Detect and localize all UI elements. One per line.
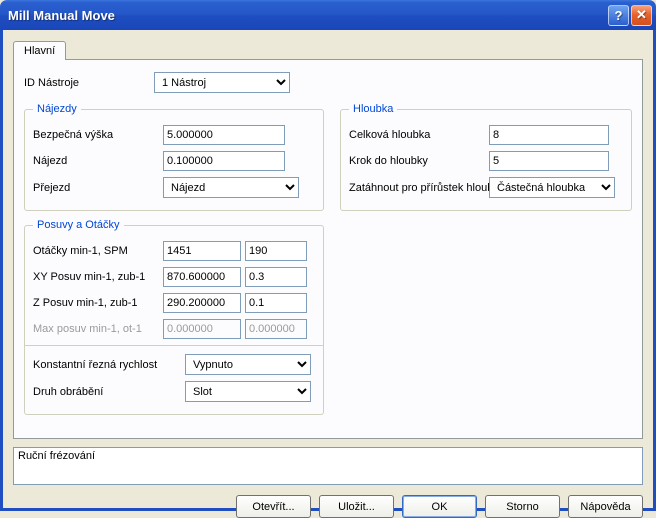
tab-main[interactable]: Hlavní	[13, 41, 66, 60]
z-feed-label: Z Posuv min-1, zub-1	[33, 297, 163, 309]
approach-label: Nájezd	[33, 155, 163, 167]
ccs-select[interactable]: Vypnuto	[185, 354, 311, 375]
approach-input[interactable]	[163, 151, 285, 171]
max-feed-input-1	[163, 319, 241, 339]
window-body: Hlavní ID Nástroje 1 Nástroj Nájezdy Bez…	[0, 30, 656, 511]
over-travel-label: Přejezd	[33, 182, 163, 194]
spm-input-1[interactable]	[163, 241, 241, 261]
cancel-button[interactable]: Storno	[485, 495, 560, 518]
titlebar-close-button[interactable]: ✕	[631, 5, 652, 26]
xy-feed-input-2[interactable]	[245, 267, 307, 287]
max-feed-input-2	[245, 319, 307, 339]
save-button[interactable]: Uložit...	[319, 495, 394, 518]
machining-type-label: Druh obrábění	[33, 386, 185, 398]
over-travel-select[interactable]: Nájezd	[163, 177, 299, 198]
safe-height-label: Bezpečná výška	[33, 129, 163, 141]
group-hloubka: Hloubka Celková hloubka Krok do hloubky …	[340, 103, 632, 211]
tab-panel-main: ID Nástroje 1 Nástroj Nájezdy Bezpečná v…	[13, 59, 643, 439]
xy-feed-input-1[interactable]	[163, 267, 241, 287]
help-button[interactable]: Nápověda	[568, 495, 643, 518]
machining-type-select[interactable]: Slot	[185, 381, 311, 402]
tool-id-select[interactable]: 1 Nástroj	[154, 72, 290, 93]
total-depth-label: Celková hloubka	[349, 129, 489, 141]
safe-height-input[interactable]	[163, 125, 285, 145]
xy-feed-label: XY Posuv min-1, zub-1	[33, 271, 163, 283]
total-depth-input[interactable]	[489, 125, 609, 145]
z-feed-input-1[interactable]	[163, 293, 241, 313]
ccs-label: Konstantní řezná rychlost	[33, 359, 185, 371]
spm-input-2[interactable]	[245, 241, 307, 261]
depth-step-input[interactable]	[489, 151, 609, 171]
dialog-button-row: Otevřít... Uložit... OK Storno Nápověda	[13, 495, 643, 518]
description-text: Ruční frézování	[18, 450, 95, 462]
retract-select[interactable]: Částečná hloubka	[489, 177, 615, 198]
tool-id-label: ID Nástroje	[24, 77, 154, 89]
z-feed-input-2[interactable]	[245, 293, 307, 313]
titlebar-help-button[interactable]: ?	[608, 5, 629, 26]
max-feed-label: Max posuv min-1, ot-1	[33, 323, 163, 335]
retract-label: Zatáhnout pro přírůstek hloubky	[349, 182, 489, 194]
title-bar: Mill Manual Move ? ✕	[0, 0, 656, 30]
group-najezdy: Nájezdy Bezpečná výška Nájezd Přejezd Ná…	[24, 103, 324, 211]
group-posuvy: Posuvy a Otáčky Otáčky min-1, SPM XY Pos…	[24, 219, 324, 415]
group-hloubka-legend: Hloubka	[349, 103, 397, 115]
group-posuvy-legend: Posuvy a Otáčky	[33, 219, 124, 231]
group-najezdy-legend: Nájezdy	[33, 103, 81, 115]
help-icon: ?	[615, 8, 623, 23]
description-textarea[interactable]: Ruční frézování	[13, 447, 643, 485]
window-title: Mill Manual Move	[8, 8, 606, 23]
close-icon: ✕	[636, 7, 647, 23]
tabstrip: Hlavní	[13, 38, 643, 59]
depth-step-label: Krok do hloubky	[349, 155, 489, 167]
tab-main-label: Hlavní	[24, 45, 55, 57]
ok-button[interactable]: OK	[402, 495, 477, 518]
open-button[interactable]: Otevřít...	[236, 495, 311, 518]
spm-label: Otáčky min-1, SPM	[33, 245, 163, 257]
